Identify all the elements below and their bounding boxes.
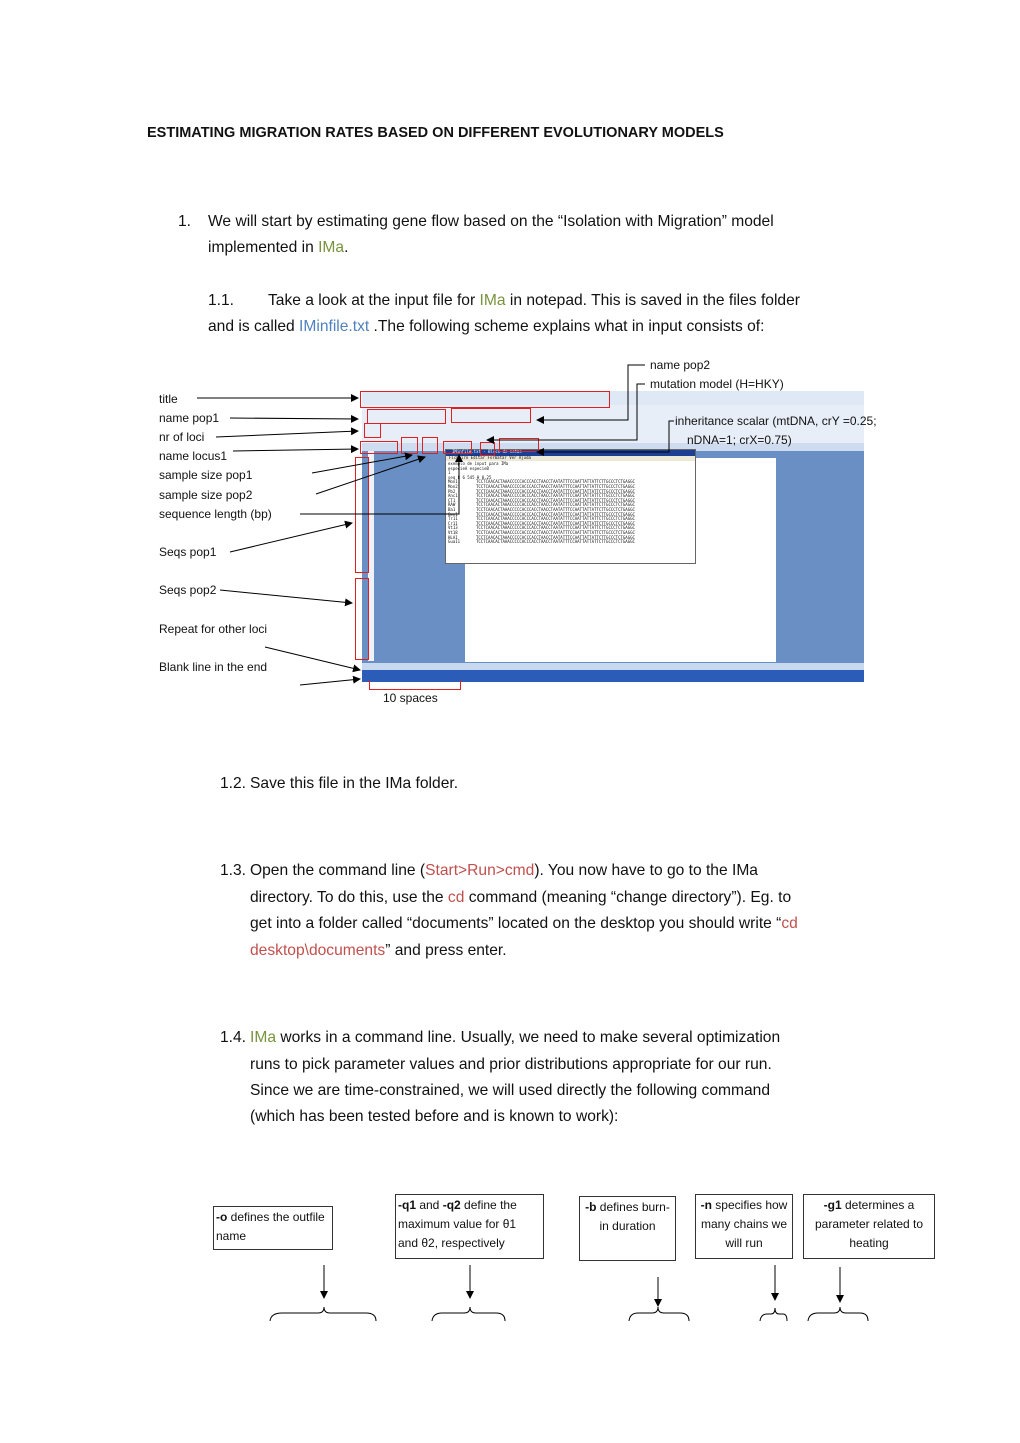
section-1-3-line: Open the command line (Start>Run>cmd). Y…	[250, 861, 758, 881]
arrow-name-pop1	[229, 414, 359, 423]
section-1-3-line: directory. To do this, use the cd comman…	[250, 888, 791, 908]
command-term: Start>Run>cmd	[425, 862, 535, 879]
text: and θ2, respectively	[398, 1236, 505, 1250]
arrow-inheritance	[536, 420, 674, 456]
arrow-mutation-model	[486, 383, 645, 444]
brace-o	[269, 1306, 377, 1322]
text: ). You now have to go to the IMa	[534, 862, 758, 879]
command-term: cd	[781, 915, 798, 932]
section-1-3-line: get into a folder called “documents” loc…	[250, 914, 798, 934]
callout-box-n: -n specifies how many chains we will run	[695, 1194, 793, 1259]
brace-n	[759, 1307, 788, 1322]
text: directory. To do this, use the	[250, 889, 448, 906]
brace-g1	[807, 1306, 869, 1322]
section-1-2-number: 1.2.	[220, 775, 247, 792]
label-name-pop2: name pop2	[650, 358, 711, 372]
section-1-4-number: 1.4.	[220, 1029, 247, 1046]
text: get into a folder called “documents” loc…	[250, 915, 782, 932]
label-inheritance-2: nDNA=1; crX=0.75)	[687, 433, 792, 447]
text: will run	[725, 1236, 763, 1250]
section-1-4-line: (which has been tested before and is kno…	[250, 1108, 619, 1125]
label-ss-pop1: sample size pop1	[159, 468, 253, 482]
section-1-4-line: runs to pick parameter values and prior …	[250, 1056, 772, 1073]
flag: -q2	[442, 1198, 461, 1212]
document-page: ESTIMATING MIGRATION RATES BASED ON DIFF…	[0, 0, 1020, 1443]
ima-term: IMa	[250, 1029, 276, 1046]
section-1-3-line: desktop\documents” and press enter.	[250, 941, 507, 961]
label-seqs-pop1: Seqs pop1	[159, 545, 217, 559]
text: Open the command line (	[250, 862, 426, 879]
arrow-ss-pop1	[311, 452, 413, 474]
section-1-3-number: 1.3.	[220, 862, 247, 879]
label-10-spaces: 10 spaces	[383, 691, 438, 705]
text: parameter related to	[814, 1217, 924, 1231]
label-seq-length: sequence length (bp)	[159, 507, 272, 521]
flag: -o	[216, 1210, 228, 1224]
flag: -n	[700, 1198, 712, 1212]
label-title: title	[159, 392, 178, 406]
label-mutation-model: mutation model (H=HKY)	[650, 377, 784, 391]
callout-box-o: -o defines the outfile name	[213, 1206, 333, 1250]
text: specifies how	[711, 1198, 788, 1212]
text: define the	[460, 1198, 517, 1212]
arrow-name-pop2	[536, 364, 645, 424]
brace-q	[431, 1306, 506, 1322]
section-1-4-line: Since we are time-constrained, we will u…	[250, 1082, 771, 1099]
flag: -b	[585, 1200, 597, 1214]
text: ” and press enter.	[385, 942, 507, 959]
label-name-locus1: name locus1	[159, 449, 228, 463]
section-1-4-line: IMa works in a command line. Usually, we…	[250, 1028, 780, 1048]
label-seqs-pop2: Seqs pop2	[159, 583, 217, 597]
text: in duration	[599, 1219, 656, 1233]
text: works in a command line. Usually, we nee…	[276, 1029, 781, 1046]
text: defines the outfile	[227, 1210, 325, 1224]
arrow-name-locus1	[232, 445, 359, 454]
section-1-2-text: Save this file in the IMa folder.	[250, 775, 459, 792]
arrow-blank-line	[299, 675, 361, 686]
arrow-nr-loci	[215, 427, 359, 438]
flag: -g1	[823, 1198, 842, 1212]
command-term: cd	[447, 889, 465, 906]
arrow-repeat	[264, 646, 361, 673]
text: heating	[849, 1236, 889, 1250]
label-ss-pop2: sample size pop2	[159, 488, 253, 502]
text: name	[216, 1229, 247, 1243]
arrow-seqs-pop2	[219, 589, 353, 607]
label-blank-line: Blank line in the end	[159, 660, 268, 674]
label-nr-loci: nr of loci	[159, 430, 205, 444]
text: maximum value for θ1	[398, 1217, 517, 1231]
flag: -q1	[398, 1198, 416, 1212]
callout-box-q: -q1 and -q2 define the maximum value for …	[395, 1194, 544, 1259]
label-repeat: Repeat for other loci	[159, 622, 268, 636]
text: and	[416, 1198, 443, 1212]
text: determines a	[841, 1198, 915, 1212]
text: command (meaning “change directory”). Eg…	[464, 889, 792, 906]
arrow-seqs-pop1	[229, 520, 353, 553]
arrow-seq-length	[300, 454, 463, 515]
text: defines burn-	[596, 1200, 670, 1214]
text: many chains we	[700, 1217, 788, 1231]
callout-box-g1: -g1 determines a parameter related to heat…	[803, 1194, 935, 1259]
command-term: desktop\documents	[250, 942, 386, 959]
label-inheritance-1: inheritance scalar (mtDNA, crY =0.25;	[675, 414, 877, 428]
brace-b	[628, 1306, 690, 1322]
callout-box-b: -b defines burn-in duration	[579, 1196, 676, 1261]
label-name-pop1: name pop1	[159, 411, 220, 425]
